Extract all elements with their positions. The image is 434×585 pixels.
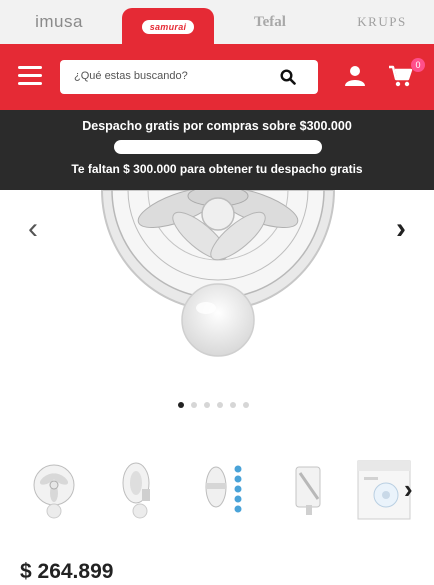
brand-tab-imusa[interactable]: imusa: [0, 0, 118, 44]
header: ¿Qué estas buscando? 0: [0, 44, 434, 110]
free-shipping-banner: Despacho gratis por compras sobre $300.0…: [0, 110, 434, 190]
search-placeholder: ¿Qué estas buscando?: [74, 70, 188, 82]
user-icon[interactable]: [344, 64, 366, 88]
product-image[interactable]: [0, 190, 434, 380]
carousel-pagination: [178, 402, 249, 412]
menu-icon[interactable]: [18, 66, 42, 86]
cart-count-badge: 0: [411, 58, 425, 72]
brand-bar: imusa samurai Tefal KRUPS: [0, 0, 434, 46]
carousel-prev-button[interactable]: ‹: [28, 212, 38, 246]
thumbnail-fan-colors[interactable]: [192, 455, 256, 525]
carousel-dot[interactable]: [178, 402, 184, 408]
thumbnail-strip: [22, 455, 434, 535]
search-input[interactable]: ¿Qué estas buscando?: [60, 60, 318, 94]
carousel-next-button[interactable]: ›: [396, 212, 406, 246]
thumbnail-fan-front[interactable]: [22, 455, 86, 525]
carousel-dot[interactable]: [217, 402, 223, 408]
thumbnail-fan-mount[interactable]: [278, 455, 342, 525]
brand-tab-tefal[interactable]: Tefal: [220, 0, 320, 44]
search-icon[interactable]: [280, 69, 296, 85]
thumbnail-next-button[interactable]: ›: [404, 474, 413, 505]
carousel-dot[interactable]: [230, 402, 236, 408]
free-shipping-threshold-text: Despacho gratis por compras sobre $300.0…: [82, 119, 352, 133]
carousel-dot[interactable]: [191, 402, 197, 408]
carousel-dot[interactable]: [243, 402, 249, 408]
cart-icon[interactable]: [388, 64, 414, 88]
carousel-dot[interactable]: [204, 402, 210, 408]
product-price: $ 264.899: [20, 560, 114, 583]
brand-tab-krups[interactable]: KRUPS: [330, 0, 434, 44]
samurai-logo: samurai: [141, 20, 195, 34]
thumbnail-fan-side[interactable]: [106, 455, 170, 525]
free-shipping-remaining-text: Te faltan $ 300.000 para obtener tu desp…: [71, 162, 363, 176]
free-shipping-progress-bar: [114, 140, 322, 154]
brand-tab-samurai[interactable]: samurai: [122, 8, 214, 46]
